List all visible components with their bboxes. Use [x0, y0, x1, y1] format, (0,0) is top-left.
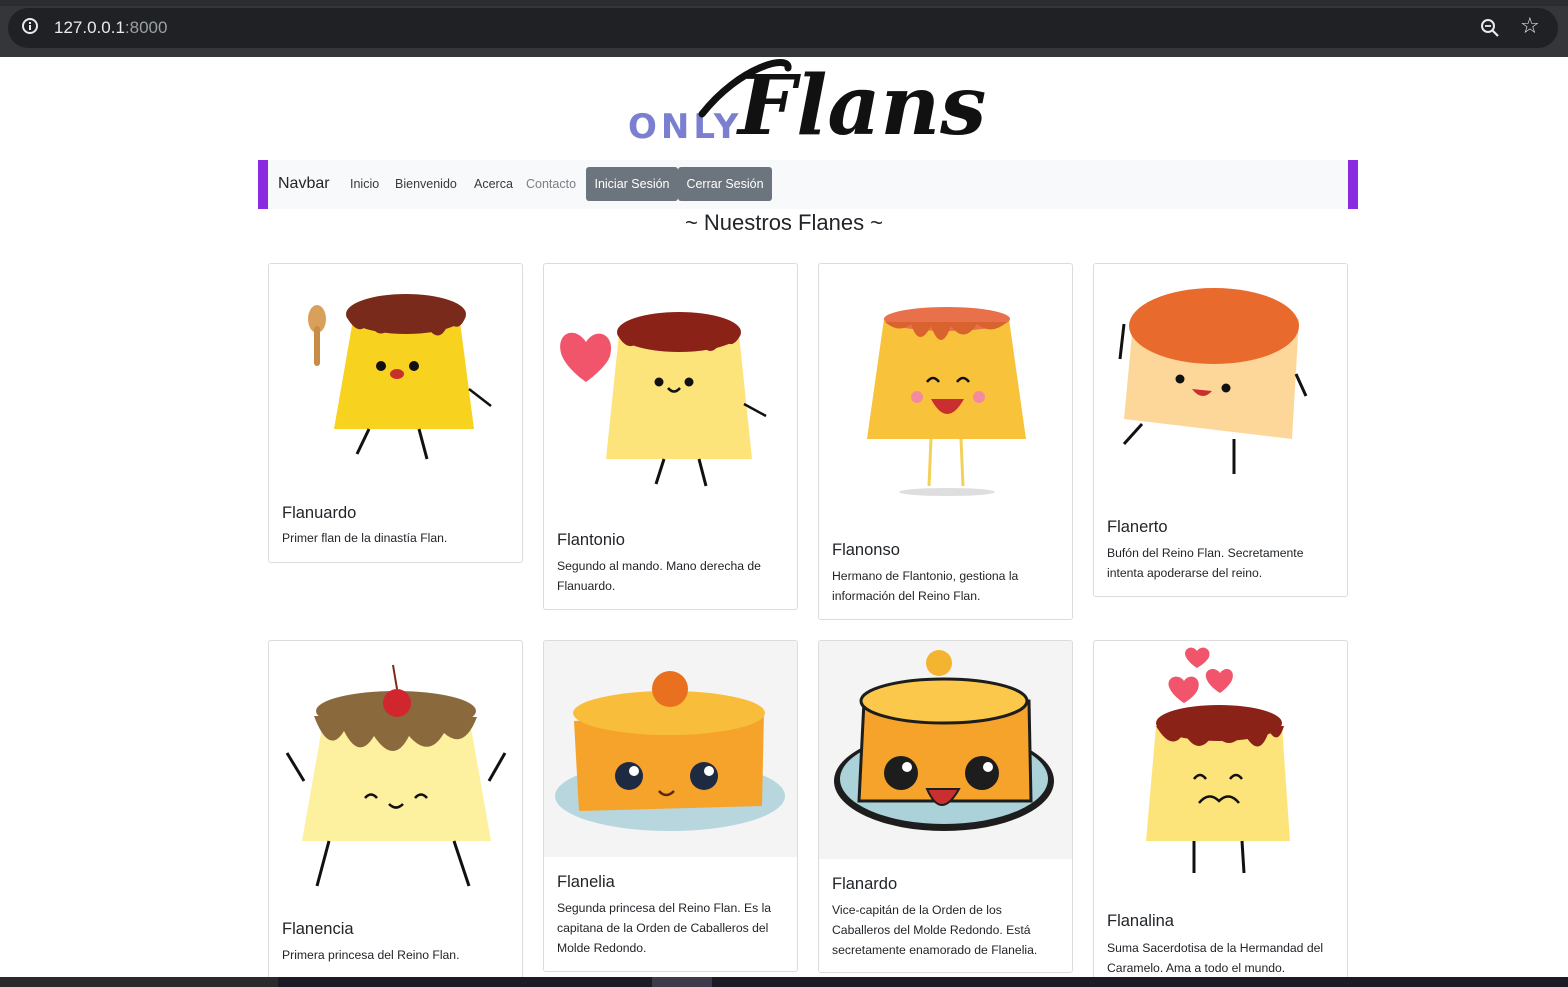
browser-toolbar: 127.0.0.1:8000 ☆ — [0, 0, 1568, 57]
url-port: :8000 — [124, 18, 168, 37]
onlyflans-logo: ONLY Flans — [628, 58, 986, 154]
flan-card[interactable]: Flanuardo Primer flan de la dinastía Fla… — [268, 263, 523, 563]
nav-link-bienvenido[interactable]: Bienvenido — [395, 177, 457, 191]
flan-card[interactable]: Flantonio Segundo al mando. Mano derecha… — [543, 263, 798, 610]
flan-image-flanardo — [819, 641, 1072, 859]
navbar-brand[interactable]: Navbar — [278, 175, 330, 193]
flan-description: Segundo al mando. Mano derecha de Flanua… — [557, 559, 761, 593]
flan-name: Flanonso — [832, 541, 900, 559]
navbar: Navbar Inicio Bienvenido Acerca Contacto… — [258, 160, 1358, 209]
flan-image-flanelia — [544, 641, 797, 857]
flan-description: Primera princesa del Reino Flan. — [282, 948, 460, 962]
flan-image-flanalina — [1146, 647, 1290, 874]
zoom-out-icon[interactable] — [1480, 18, 1500, 38]
logo-only: ONLY — [628, 107, 742, 147]
flan-name: Flanuardo — [282, 504, 357, 522]
os-taskbar — [0, 977, 1568, 987]
flan-description: Vice-capitán de la Orden de los Caballer… — [832, 903, 1038, 957]
taskbar-active-app[interactable] — [652, 977, 712, 987]
flan-name: Flanerto — [1107, 518, 1168, 536]
flan-card[interactable]: Flanardo Vice-capitán de la Orden de los… — [818, 640, 1073, 973]
flan-image-flanuardo — [308, 294, 492, 460]
flan-name: Flanardo — [832, 875, 898, 893]
flan-card[interactable]: Flanonso Hermano de Flantonio, gestiona … — [818, 263, 1073, 620]
tab-strip — [0, 0, 1568, 6]
flan-card[interactable]: Flanencia Primera princesa del Reino Fla… — [268, 640, 523, 980]
taskbar-segment — [0, 977, 278, 987]
flan-image-flanencia — [285, 664, 507, 887]
logo-flans: Flans — [736, 58, 986, 154]
flan-description: Suma Sacerdotisa de la Hermandad del Car… — [1107, 941, 1324, 975]
flan-name: Flanalina — [1107, 912, 1174, 930]
nav-link-contacto[interactable]: Contacto — [526, 177, 576, 191]
nav-link-acerca[interactable]: Acerca — [474, 177, 513, 191]
flan-card[interactable]: Flanelia Segunda princesa del Reino Flan… — [543, 640, 798, 972]
address-bar[interactable]: 127.0.0.1:8000 ☆ — [8, 8, 1558, 48]
flan-card[interactable]: Flanalina Suma Sacerdotisa de la Hermand… — [1093, 640, 1348, 980]
flan-image-flanerto — [1118, 288, 1308, 474]
logout-button[interactable]: Cerrar Sesión — [678, 167, 772, 201]
nav-link-inicio[interactable]: Inicio — [350, 177, 379, 191]
flan-image-flantonio — [560, 312, 767, 487]
flan-name: Flanelia — [557, 873, 615, 891]
flan-name: Flantonio — [557, 531, 625, 549]
flan-description: Bufón del Reino Flan. Secretamente inten… — [1107, 546, 1304, 580]
url-host: 127.0.0.1 — [54, 18, 125, 37]
flan-description: Segunda princesa del Reino Flan. Es la c… — [557, 901, 772, 955]
login-button[interactable]: Iniciar Sesión — [586, 167, 678, 201]
flan-description: Primer flan de la dinastía Flan. — [282, 531, 448, 545]
url-text[interactable]: 127.0.0.1:8000 — [54, 18, 167, 38]
bookmark-star-icon[interactable]: ☆ — [1520, 16, 1540, 38]
flan-image-flanonso — [867, 307, 1026, 496]
flan-name: Flanencia — [282, 920, 354, 938]
flan-description: Hermano de Flantonio, gestiona la inform… — [832, 569, 1019, 603]
page-title: ~ Nuestros Flanes ~ — [684, 210, 884, 235]
flan-card[interactable]: Flanerto Bufón del Reino Flan. Secretame… — [1093, 263, 1348, 597]
site-info-icon[interactable] — [22, 18, 38, 34]
